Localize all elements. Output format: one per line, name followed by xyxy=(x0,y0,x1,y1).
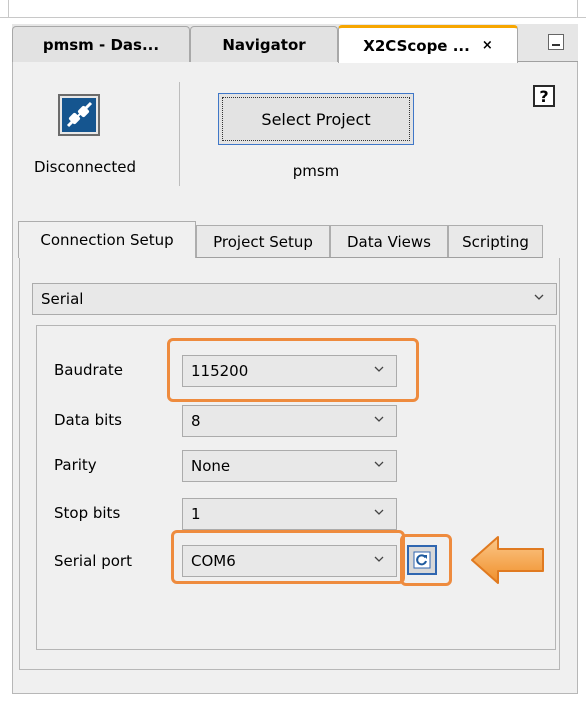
chevron-down-icon xyxy=(534,294,544,300)
serial-port-label: Serial port xyxy=(54,552,132,570)
chevron-down-icon xyxy=(374,416,384,422)
connection-status: Disconnected xyxy=(33,158,137,176)
close-icon[interactable]: × xyxy=(482,38,493,53)
baudrate-highlight xyxy=(167,338,419,402)
minimize-icon[interactable] xyxy=(548,34,564,50)
select-project-button[interactable]: Select Project xyxy=(218,93,414,145)
project-name: pmsm xyxy=(292,162,340,180)
help-icon[interactable]: ? xyxy=(533,85,555,107)
connection-type-value: Serial xyxy=(41,290,84,308)
connect-button[interactable] xyxy=(58,94,100,136)
data-bits-label: Data bits xyxy=(54,411,122,429)
tab-scripting[interactable]: Scripting xyxy=(448,225,543,257)
parity-value: None xyxy=(191,457,231,475)
tab-navigator[interactable]: Navigator xyxy=(190,26,338,62)
baudrate-label: Baudrate xyxy=(54,361,123,379)
tab-connection-setup[interactable]: Connection Setup xyxy=(18,221,196,258)
serial-port-highlight xyxy=(171,530,405,584)
editor-top-strip xyxy=(0,0,586,18)
arrow-left-icon xyxy=(471,536,544,584)
tab-pmsm-dashboard[interactable]: pmsm - Das... xyxy=(12,26,190,62)
refresh-highlight xyxy=(400,534,452,586)
stop-bits-select[interactable]: 1 xyxy=(182,498,397,530)
connection-type-select[interactable]: Serial xyxy=(32,283,557,315)
parity-select[interactable]: None xyxy=(182,450,397,482)
tab-label: pmsm - Das... xyxy=(42,35,160,54)
data-bits-select[interactable]: 8 xyxy=(182,405,397,437)
chevron-down-icon xyxy=(374,461,384,467)
tab-x2cscope[interactable]: X2CScope ... × xyxy=(338,25,518,63)
tab-label: X2CScope ... xyxy=(363,36,470,55)
stop-bits-value: 1 xyxy=(191,505,201,523)
tab-data-views[interactable]: Data Views xyxy=(330,225,448,257)
toolbar-divider xyxy=(179,82,180,186)
tab-label: Navigator xyxy=(222,35,306,54)
chevron-down-icon xyxy=(374,509,384,515)
stop-bits-label: Stop bits xyxy=(54,504,121,522)
parity-label: Parity xyxy=(54,456,97,474)
data-bits-value: 8 xyxy=(191,412,201,430)
plug-disconnected-icon xyxy=(62,98,96,132)
tab-project-setup[interactable]: Project Setup xyxy=(196,225,330,257)
